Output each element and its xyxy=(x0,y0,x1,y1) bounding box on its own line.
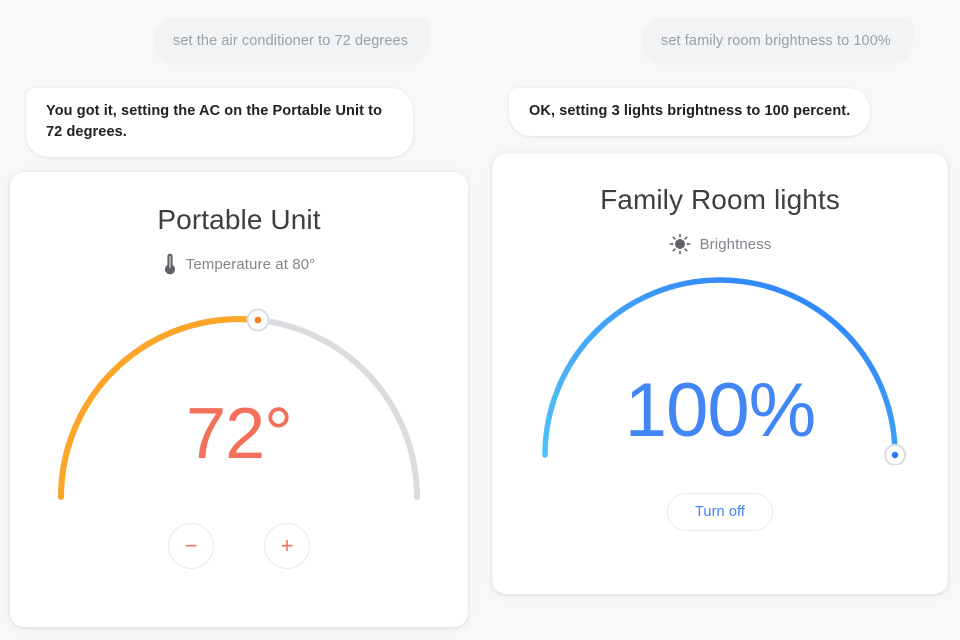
user-message-row: set the air conditioner to 72 degrees xyxy=(153,18,431,66)
increase-temperature-button[interactable]: + xyxy=(264,523,310,569)
assistant-message-row: You got it, setting the AC on the Portab… xyxy=(26,88,413,158)
brightness-status-row: Brightness xyxy=(492,233,948,255)
thermostat-panel: set the air conditioner to 72 degrees Yo… xyxy=(0,0,480,640)
brightness-status-label: Brightness xyxy=(699,235,772,253)
plus-icon: + xyxy=(280,533,294,558)
temperature-dial[interactable]: 72° xyxy=(10,275,468,507)
screen: set the air conditioner to 72 degrees Yo… xyxy=(0,0,960,640)
thermostat-status-row: Temperature at 80° xyxy=(10,253,468,275)
brightness-sun-icon xyxy=(669,233,691,255)
lights-card: Family Room lights Brightness 100% Turn … xyxy=(492,154,948,594)
brightness-dial[interactable]: 100% xyxy=(492,255,948,465)
thermostat-status-label: Temperature at 80° xyxy=(185,255,316,273)
user-message-row: set family room brightness to 100% xyxy=(641,18,913,66)
user-message-bubble: set the air conditioner to 72 degrees xyxy=(153,18,431,66)
lights-controls: Turn off xyxy=(492,493,948,531)
thermostat-card-title: Portable Unit xyxy=(157,204,321,235)
thermometer-icon xyxy=(163,253,177,275)
brightness-value: 100% xyxy=(624,368,816,453)
thermostat-controls: − + xyxy=(10,523,468,569)
thermostat-card: Portable Unit Temperature at 80° 72° − + xyxy=(10,172,468,627)
lights-panel: set family room brightness to 100% OK, s… xyxy=(480,0,960,640)
temperature-value: 72° xyxy=(186,394,293,474)
assistant-message-row: OK, setting 3 lights brightness to 100 p… xyxy=(509,88,871,137)
assistant-message-bubble: OK, setting 3 lights brightness to 100 p… xyxy=(509,88,871,137)
turn-off-button[interactable]: Turn off xyxy=(667,493,773,531)
minus-icon: − xyxy=(184,533,198,558)
assistant-message-bubble: You got it, setting the AC on the Portab… xyxy=(26,88,413,158)
decrease-temperature-button[interactable]: − xyxy=(168,523,214,569)
lights-card-title: Family Room lights xyxy=(600,184,840,215)
user-message-bubble: set family room brightness to 100% xyxy=(641,18,913,66)
